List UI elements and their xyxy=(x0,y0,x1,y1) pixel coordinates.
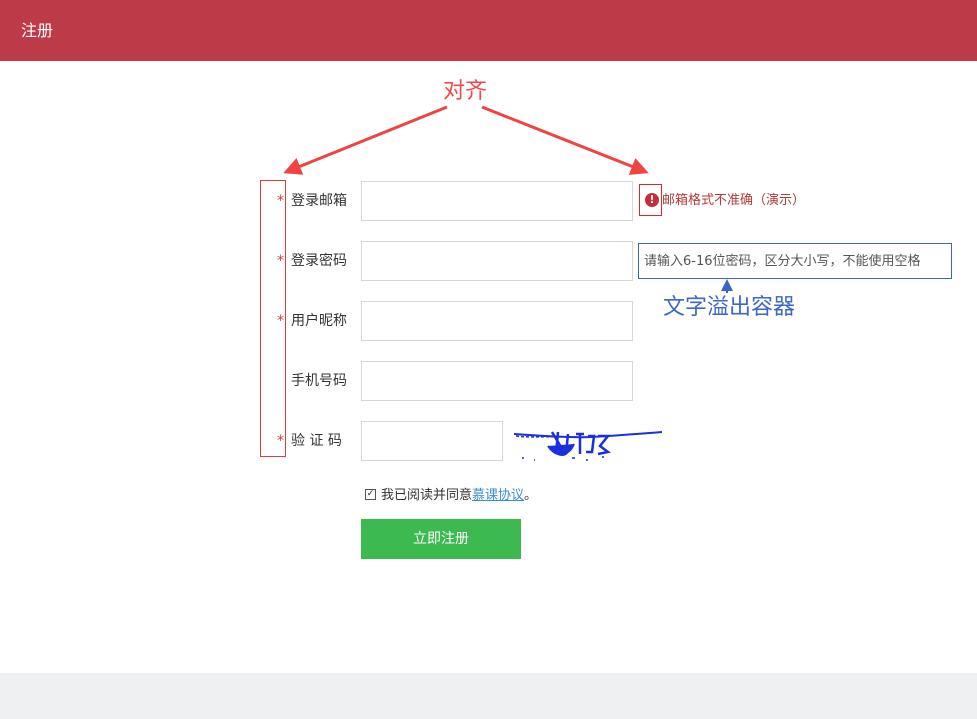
nickname-label: 用户昵称 xyxy=(291,313,347,329)
captcha-image[interactable] xyxy=(512,424,664,464)
required-mark: * xyxy=(277,193,284,209)
agree-suffix: 。 xyxy=(524,488,538,503)
agree-checkbox[interactable]: ✓ xyxy=(365,489,376,500)
email-error-message: 邮箱格式不准确（演示） xyxy=(662,193,806,208)
agreement-link[interactable]: 慕课协议 xyxy=(472,488,524,503)
form-row-email: * 登录邮箱 xyxy=(270,181,970,221)
required-mark: * xyxy=(277,433,284,449)
annotation-align-label: 对齐 xyxy=(443,79,488,104)
header-bar: 注册 xyxy=(0,0,977,61)
arrow-to-error-icon xyxy=(481,105,649,175)
register-button[interactable]: 立即注册 xyxy=(361,519,521,559)
password-field[interactable] xyxy=(361,241,633,281)
email-field[interactable] xyxy=(361,181,633,221)
phone-label: 手机号码 xyxy=(291,373,347,389)
footer-band xyxy=(0,673,977,719)
arrow-to-label-column xyxy=(283,105,448,175)
email-label: 登录邮箱 xyxy=(291,193,347,209)
captcha-field[interactable] xyxy=(361,421,503,461)
password-label: 登录密码 xyxy=(291,253,347,269)
form-row-phone: 手机号码 xyxy=(270,361,970,401)
form-row-nickname: * 用户昵称 xyxy=(270,301,970,341)
phone-field[interactable] xyxy=(361,361,633,401)
page-title: 注册 xyxy=(21,21,54,40)
nickname-field[interactable] xyxy=(361,301,633,341)
annotation-arrows xyxy=(283,105,733,293)
captcha-label: 验 证 码 xyxy=(291,433,342,449)
password-tip-box: 请输入6-16位密码，区分大小写，不能使用空格 xyxy=(638,243,952,279)
agree-prefix: 我已阅读并同意 xyxy=(381,488,473,503)
required-mark: * xyxy=(277,253,284,269)
error-icon: ! xyxy=(645,193,659,207)
required-mark: * xyxy=(277,313,284,329)
password-tip-text: 请输入6-16位密码，区分大小写，不能使用空格 xyxy=(644,254,921,269)
